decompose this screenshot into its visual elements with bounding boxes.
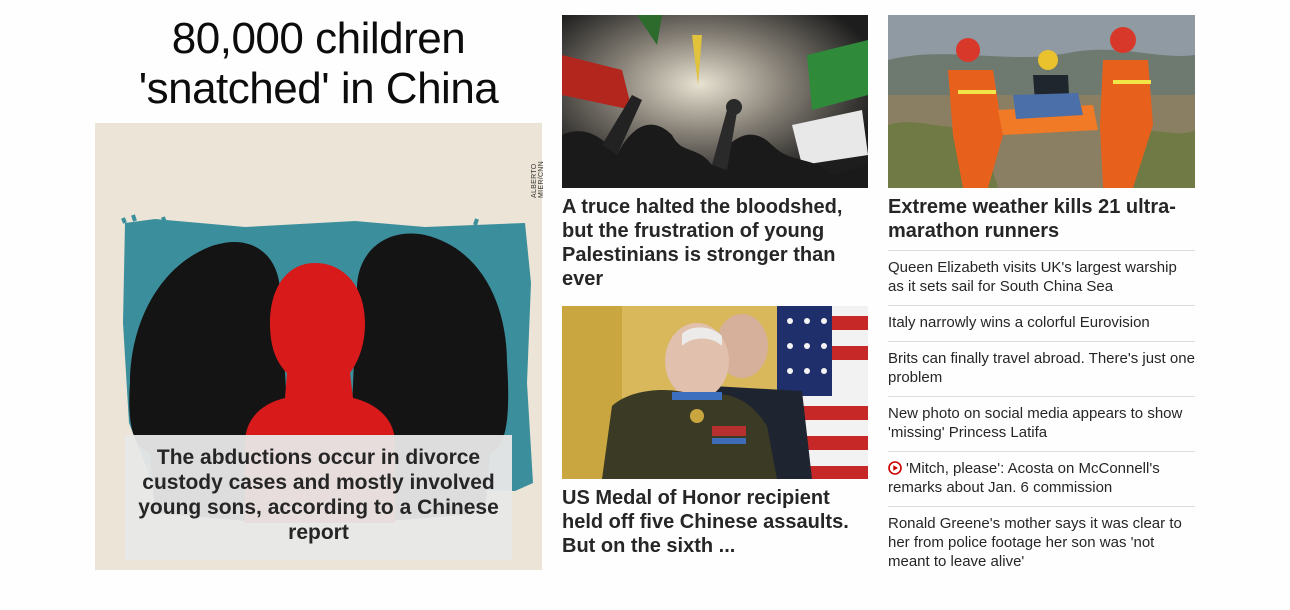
list-item[interactable]: Italy narrowly wins a colorful Eurovisio… — [888, 305, 1195, 341]
medal-of-honor-image[interactable] — [562, 306, 868, 479]
ultramarathon-rescue-image[interactable] — [888, 15, 1195, 188]
lead-headline[interactable]: 80,000 children 'snatched' in China — [95, 14, 542, 114]
video-play-icon — [888, 461, 902, 475]
list-item[interactable]: New photo on social media appears to sho… — [888, 396, 1195, 451]
lead-caption[interactable]: The abductions occur in divorce custody … — [125, 435, 512, 560]
list-item[interactable]: Queen Elizabeth visits UK's largest wars… — [888, 250, 1195, 305]
lead-headline-line2[interactable]: 'snatched' in China — [95, 64, 542, 114]
lead-headline-line1[interactable]: 80,000 children — [95, 14, 542, 64]
image-credit: ALBERTO MIER/CNN — [531, 160, 545, 198]
list-item[interactable]: Brits can finally travel abroad. There's… — [888, 341, 1195, 396]
list-item[interactable]: 'Mitch, please': Acosta on McConnell's r… — [888, 451, 1195, 506]
link-text[interactable]: Italy narrowly wins a colorful Eurovisio… — [888, 314, 1150, 331]
link-text[interactable]: Brits can finally travel abroad. There's… — [888, 350, 1195, 386]
headline-link-list: Queen Elizabeth visits UK's largest wars… — [888, 250, 1195, 580]
story-headline-ultramarathon[interactable]: Extreme weather kills 21 ultra-marathon … — [888, 195, 1195, 243]
palestinian-celebration-image[interactable] — [562, 15, 868, 188]
link-text[interactable]: 'Mitch, please': Acosta on McConnell's r… — [888, 460, 1160, 496]
link-text[interactable]: Queen Elizabeth visits UK's largest wars… — [888, 259, 1177, 295]
list-item[interactable]: Ronald Greene's mother says it was clear… — [888, 506, 1195, 580]
story-headline-palestinians[interactable]: A truce halted the bloodshed, but the fr… — [562, 195, 868, 291]
link-text[interactable]: Ronald Greene's mother says it was clear… — [888, 515, 1182, 570]
story-headline-medal-of-honor[interactable]: US Medal of Honor recipient held off fiv… — [562, 486, 868, 558]
link-text[interactable]: New photo on social media appears to sho… — [888, 405, 1182, 441]
